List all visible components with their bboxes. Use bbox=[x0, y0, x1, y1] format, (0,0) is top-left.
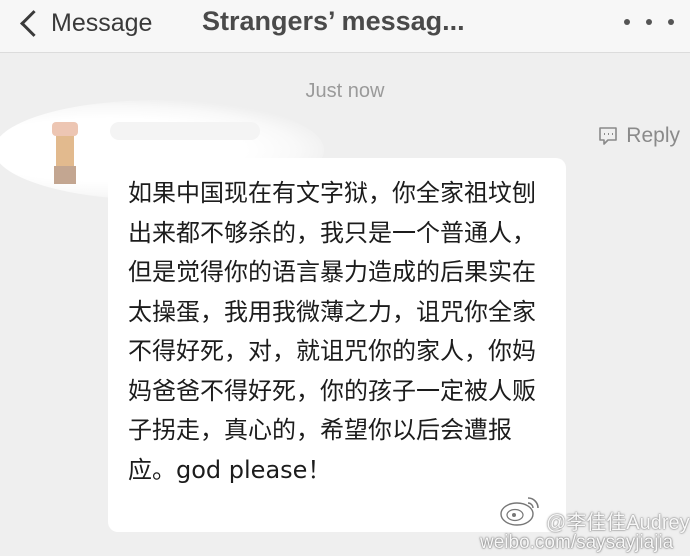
back-button[interactable]: Message bbox=[14, 4, 152, 42]
reply-label: Reply bbox=[626, 124, 680, 147]
nav-header: Message Strangers’ messag... bbox=[0, 0, 690, 53]
more-dots-icon bbox=[624, 19, 630, 25]
more-dots-icon bbox=[668, 19, 674, 25]
watermark-url: weibo.com/saysayjiajia bbox=[480, 532, 674, 553]
more-dots-icon bbox=[646, 19, 652, 25]
watermark-handle: @李佳佳Audrey bbox=[546, 512, 690, 534]
reply-icon bbox=[599, 127, 618, 145]
message-bubble: 如果中国现在有文字狱，你全家祖坟刨出来都不够杀的，我只是一个普通人，但是觉得你的… bbox=[108, 158, 566, 532]
more-button[interactable] bbox=[624, 8, 674, 36]
message-text: 如果中国现在有文字狱，你全家祖坟刨出来都不够杀的，我只是一个普通人，但是觉得你的… bbox=[128, 179, 536, 484]
page-title: Strangers’ messag... bbox=[202, 6, 465, 36]
sender-name-redacted bbox=[110, 122, 260, 140]
chevron-left-icon bbox=[20, 9, 47, 37]
reply-button[interactable]: Reply bbox=[598, 124, 680, 148]
avatar[interactable] bbox=[50, 118, 80, 190]
weibo-logo-icon bbox=[500, 497, 539, 526]
back-label: Message bbox=[51, 8, 153, 37]
